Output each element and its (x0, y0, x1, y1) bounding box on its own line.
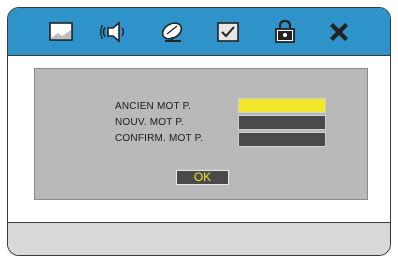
screen-icon[interactable] (46, 18, 76, 46)
audio-speaker-icon[interactable] (100, 18, 130, 46)
osd-window: ANCIEN MOT P. NOUV. MOT P. CONFIRM. MOT … (7, 7, 391, 256)
new-password-label: NOUV. MOT P. (115, 117, 184, 128)
footer-bar (8, 223, 390, 255)
confirm-password-field[interactable] (238, 132, 326, 147)
new-password-field[interactable] (238, 115, 326, 130)
checklist-icon[interactable] (213, 18, 243, 46)
padlock-icon[interactable] (270, 18, 300, 46)
close-x-icon[interactable] (324, 18, 354, 46)
old-password-label: ANCIEN MOT P. (115, 101, 192, 112)
password-panel: ANCIEN MOT P. NOUV. MOT P. CONFIRM. MOT … (34, 68, 368, 200)
old-password-field[interactable] (238, 98, 326, 113)
menu-toolbar (8, 8, 390, 56)
ok-button[interactable]: OK (176, 170, 229, 185)
satellite-dish-icon[interactable] (158, 18, 188, 46)
confirm-password-label: CONFIRM. MOT P. (115, 133, 204, 144)
